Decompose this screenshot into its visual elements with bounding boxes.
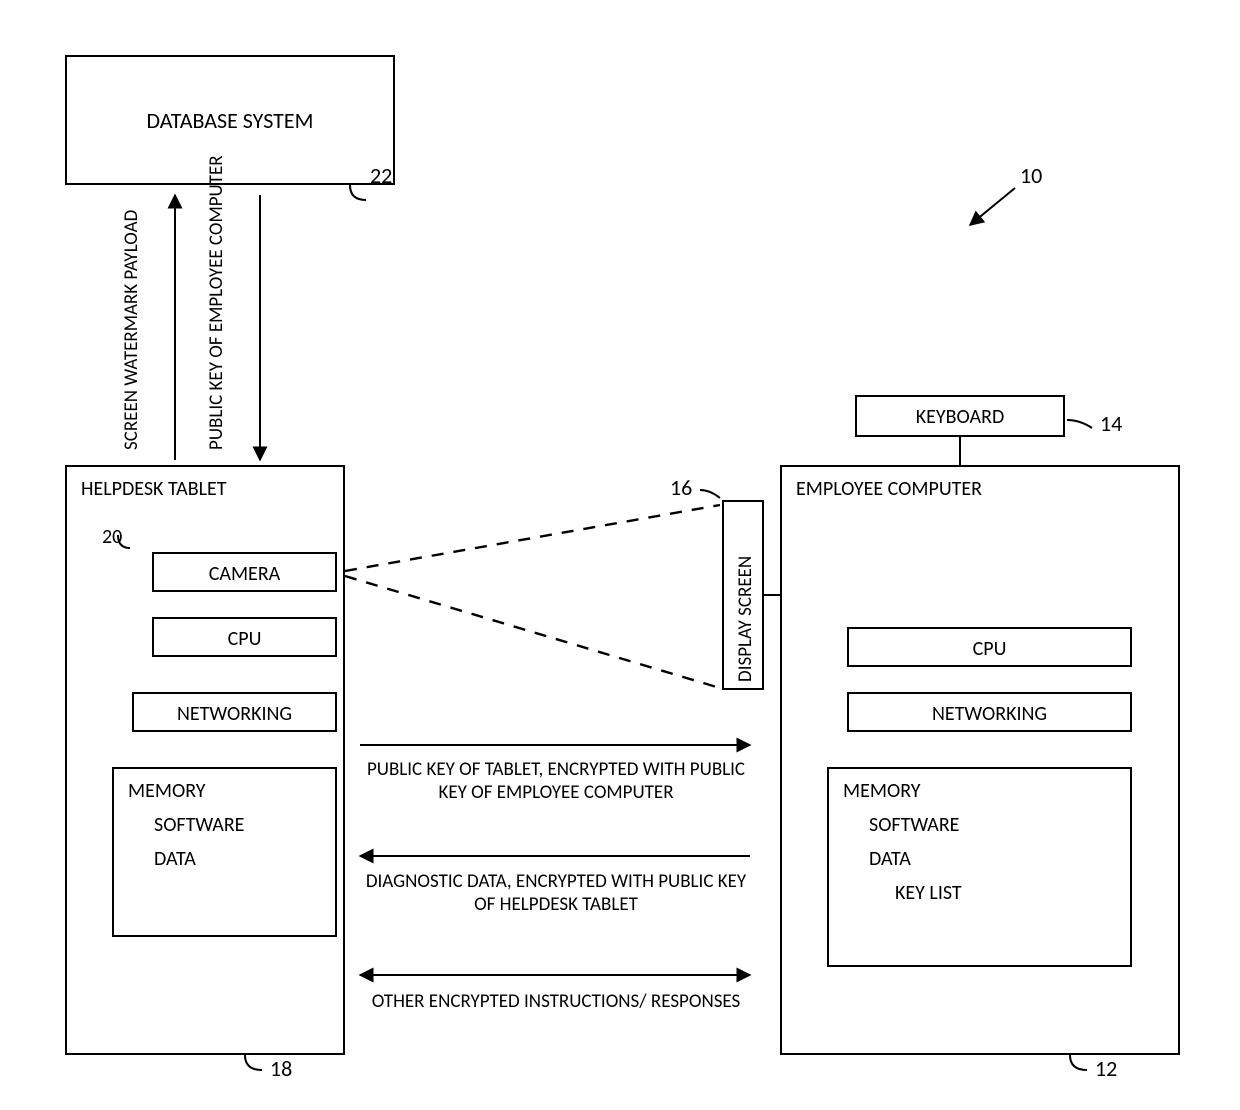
flow-left-label: DIAGNOSTIC DATA, ENCRYPTED WITH PUBLIC K…: [358, 870, 754, 916]
tablet-camera-box: CAMERA: [152, 552, 337, 592]
keyboard-box: KEYBOARD: [855, 395, 1065, 437]
tablet-net-box: NETWORKING: [132, 692, 337, 732]
database-box: DATABASE SYSTEM: [65, 55, 395, 185]
employee-net-label: NETWORKING: [849, 702, 1130, 726]
employee-memory-box: MEMORY SOFTWARE DATA KEY LIST: [827, 767, 1132, 967]
display-box: DISPLAY SCREEN: [722, 500, 764, 690]
tablet-cpu-box: CPU: [152, 617, 337, 657]
tablet-box: HELPDESK TABLET CAMERA 20 CPU NETWORKING…: [65, 465, 345, 1055]
diagram-stage: DATABASE SYSTEM 22 10 SCREEN WATERMARK P…: [0, 0, 1240, 1110]
employee-memory-label: MEMORY: [843, 779, 921, 803]
employee-title: EMPLOYEE COMPUTER: [796, 477, 982, 501]
tablet-cpu-label: CPU: [154, 627, 335, 651]
tablet-memory-data: DATA: [154, 847, 196, 871]
flow-both-label: OTHER ENCRYPTED INSTRUCTIONS/ RESPONSES: [358, 990, 754, 1013]
tablet-title: HELPDESK TABLET: [81, 477, 227, 501]
db-up-label: SCREEN WATERMARK PAYLOAD: [120, 210, 143, 450]
tablet-memory-sw: SOFTWARE: [154, 813, 244, 837]
display-ref: 16: [670, 474, 692, 501]
keyboard-ref: 14: [1100, 410, 1122, 437]
tablet-net-label: NETWORKING: [134, 702, 335, 726]
employee-cpu-label: CPU: [849, 637, 1130, 661]
employee-ref: 12: [1095, 1055, 1117, 1082]
employee-memory-data: DATA: [869, 847, 911, 871]
database-ref: 22: [370, 162, 392, 189]
flow-right-label: PUBLIC KEY OF TABLET, ENCRYPTED WITH PUB…: [358, 758, 754, 804]
tablet-camera-ref: 20: [102, 525, 122, 549]
employee-net-box: NETWORKING: [847, 692, 1132, 732]
db-down-label: PUBLIC KEY OF EMPLOYEE COMPUTER: [205, 210, 228, 450]
employee-memory-keylist: KEY LIST: [895, 881, 962, 905]
employee-box: EMPLOYEE COMPUTER CPU NETWORKING MEMORY …: [780, 465, 1180, 1055]
tablet-camera-label: CAMERA: [154, 562, 335, 586]
keyboard-label: KEYBOARD: [857, 405, 1063, 429]
employee-memory-sw: SOFTWARE: [869, 813, 959, 837]
employee-cpu-box: CPU: [847, 627, 1132, 667]
tablet-ref: 18: [270, 1055, 292, 1082]
tablet-memory-box: MEMORY SOFTWARE DATA: [112, 767, 337, 937]
database-title: DATABASE SYSTEM: [67, 107, 393, 134]
display-label: DISPLAY SCREEN: [734, 512, 757, 682]
tablet-memory-label: MEMORY: [128, 779, 206, 803]
figure-ref: 10: [1020, 162, 1042, 189]
